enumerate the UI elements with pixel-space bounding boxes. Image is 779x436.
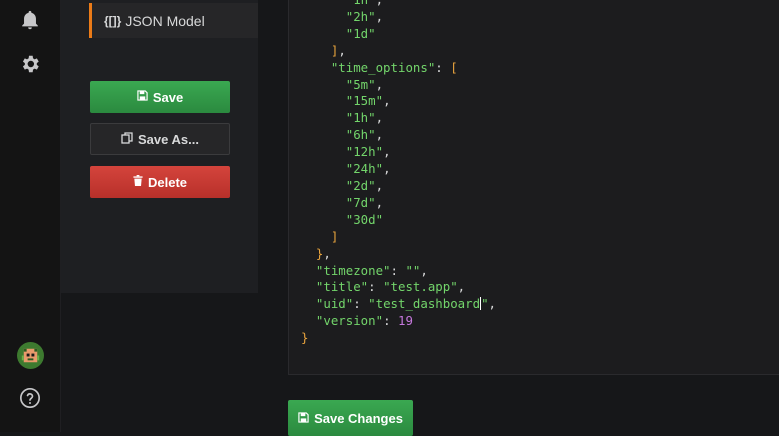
code-line: "15m", bbox=[301, 93, 496, 110]
code-line: "6h", bbox=[301, 127, 496, 144]
code-token: , bbox=[375, 177, 384, 193]
code-line: "1d" bbox=[301, 26, 496, 43]
save-as-button-label: Save As... bbox=[138, 131, 199, 147]
code-token: : bbox=[390, 262, 406, 278]
code-token: , bbox=[338, 42, 346, 58]
floppy-icon bbox=[298, 411, 309, 426]
code-token: "2d" bbox=[345, 177, 376, 193]
code-line: "5m", bbox=[301, 77, 496, 94]
trash-icon bbox=[133, 175, 143, 189]
code-token: ] bbox=[330, 228, 339, 244]
code-token: , bbox=[375, 194, 384, 210]
code-token: "uid" bbox=[315, 296, 354, 312]
nav-item-json-model[interactable]: {[]} JSON Model bbox=[89, 3, 258, 38]
code-token: , bbox=[383, 93, 391, 109]
code-token: : bbox=[368, 279, 384, 295]
code-token: " bbox=[481, 296, 489, 312]
code-token: , bbox=[383, 144, 391, 160]
code-line: "2h", bbox=[301, 9, 496, 26]
code-token: "6h" bbox=[345, 127, 376, 143]
code-token: } bbox=[301, 330, 309, 346]
code-token: , bbox=[375, 127, 384, 143]
code-token: "1h" bbox=[346, 0, 376, 7]
code-line: "title": "test.app", bbox=[301, 279, 496, 296]
code-line: }, bbox=[301, 246, 496, 263]
help-icon[interactable] bbox=[19, 387, 41, 409]
code-token: "5m" bbox=[345, 76, 376, 92]
avatar[interactable] bbox=[17, 342, 44, 369]
code-token: "" bbox=[405, 262, 421, 278]
code-line: "1h", bbox=[301, 110, 496, 127]
code-line: "7d", bbox=[301, 195, 496, 212]
code-line: ], bbox=[301, 43, 496, 60]
code-token: , bbox=[457, 279, 466, 295]
code-token: , bbox=[323, 245, 331, 261]
save-button-label: Save bbox=[152, 89, 184, 105]
gear-icon[interactable] bbox=[19, 53, 41, 75]
code-token: "title" bbox=[315, 279, 369, 295]
code-token: , bbox=[376, 0, 383, 7]
code-line: "timezone": "", bbox=[301, 263, 496, 280]
code-line: "version": 19 bbox=[301, 313, 496, 330]
copy-icon bbox=[121, 131, 133, 147]
code-token: "2h" bbox=[345, 8, 376, 24]
json-code[interactable]: "1h", "2h", "1d" ], "time_options": [ "5… bbox=[301, 0, 496, 347]
code-token: , bbox=[375, 110, 384, 126]
code-line: } bbox=[301, 330, 496, 347]
save-changes-button[interactable]: Save Changes bbox=[288, 400, 413, 436]
save-button[interactable]: Save bbox=[90, 81, 230, 113]
code-token: [ bbox=[450, 59, 458, 75]
code-token: "time_options" bbox=[330, 59, 436, 75]
side-menu bbox=[0, 0, 61, 432]
code-line: "2d", bbox=[301, 178, 496, 195]
code-token: "12h" bbox=[345, 144, 384, 160]
code-token: , bbox=[488, 296, 496, 312]
save-as-button[interactable]: Save As... bbox=[90, 123, 230, 155]
code-token: , bbox=[383, 161, 391, 177]
code-token: : bbox=[353, 296, 369, 312]
bell-icon[interactable] bbox=[19, 9, 41, 31]
code-token: "24h" bbox=[345, 161, 384, 177]
code-line: "24h", bbox=[301, 161, 496, 178]
code-line: "1h", bbox=[301, 0, 496, 9]
delete-button[interactable]: Delete bbox=[90, 166, 230, 198]
code-token: 19 bbox=[397, 313, 413, 329]
json-icon: {[]} bbox=[104, 13, 122, 28]
code-line: "uid": "test_dashboard", bbox=[301, 296, 496, 313]
code-token: : bbox=[435, 59, 451, 75]
code-token: "test.app" bbox=[383, 279, 458, 295]
code-token: "30d" bbox=[345, 211, 384, 227]
code-token: , bbox=[375, 76, 384, 92]
code-token: , bbox=[420, 262, 428, 278]
code-token: "version" bbox=[315, 313, 384, 329]
code-line: "30d" bbox=[301, 212, 496, 229]
floppy-icon bbox=[137, 90, 148, 104]
code-token: : bbox=[383, 313, 398, 329]
code-line: "12h", bbox=[301, 144, 496, 161]
code-token: , bbox=[375, 8, 384, 24]
nav-item-label: JSON Model bbox=[125, 12, 205, 29]
code-token: "1d" bbox=[345, 25, 376, 41]
code-token: "15m" bbox=[345, 93, 384, 109]
delete-button-label: Delete bbox=[147, 174, 188, 190]
save-changes-label: Save Changes bbox=[314, 410, 403, 426]
code-token: "test_dashboard bbox=[368, 296, 481, 312]
json-editor[interactable]: "1h", "2h", "1d" ], "time_options": [ "5… bbox=[288, 0, 779, 375]
code-token: "timezone" bbox=[315, 262, 391, 278]
code-token: "7d" bbox=[345, 194, 376, 210]
code-line: ] bbox=[301, 229, 496, 246]
code-token: "1h" bbox=[345, 110, 376, 126]
code-line: "time_options": [ bbox=[301, 60, 496, 77]
